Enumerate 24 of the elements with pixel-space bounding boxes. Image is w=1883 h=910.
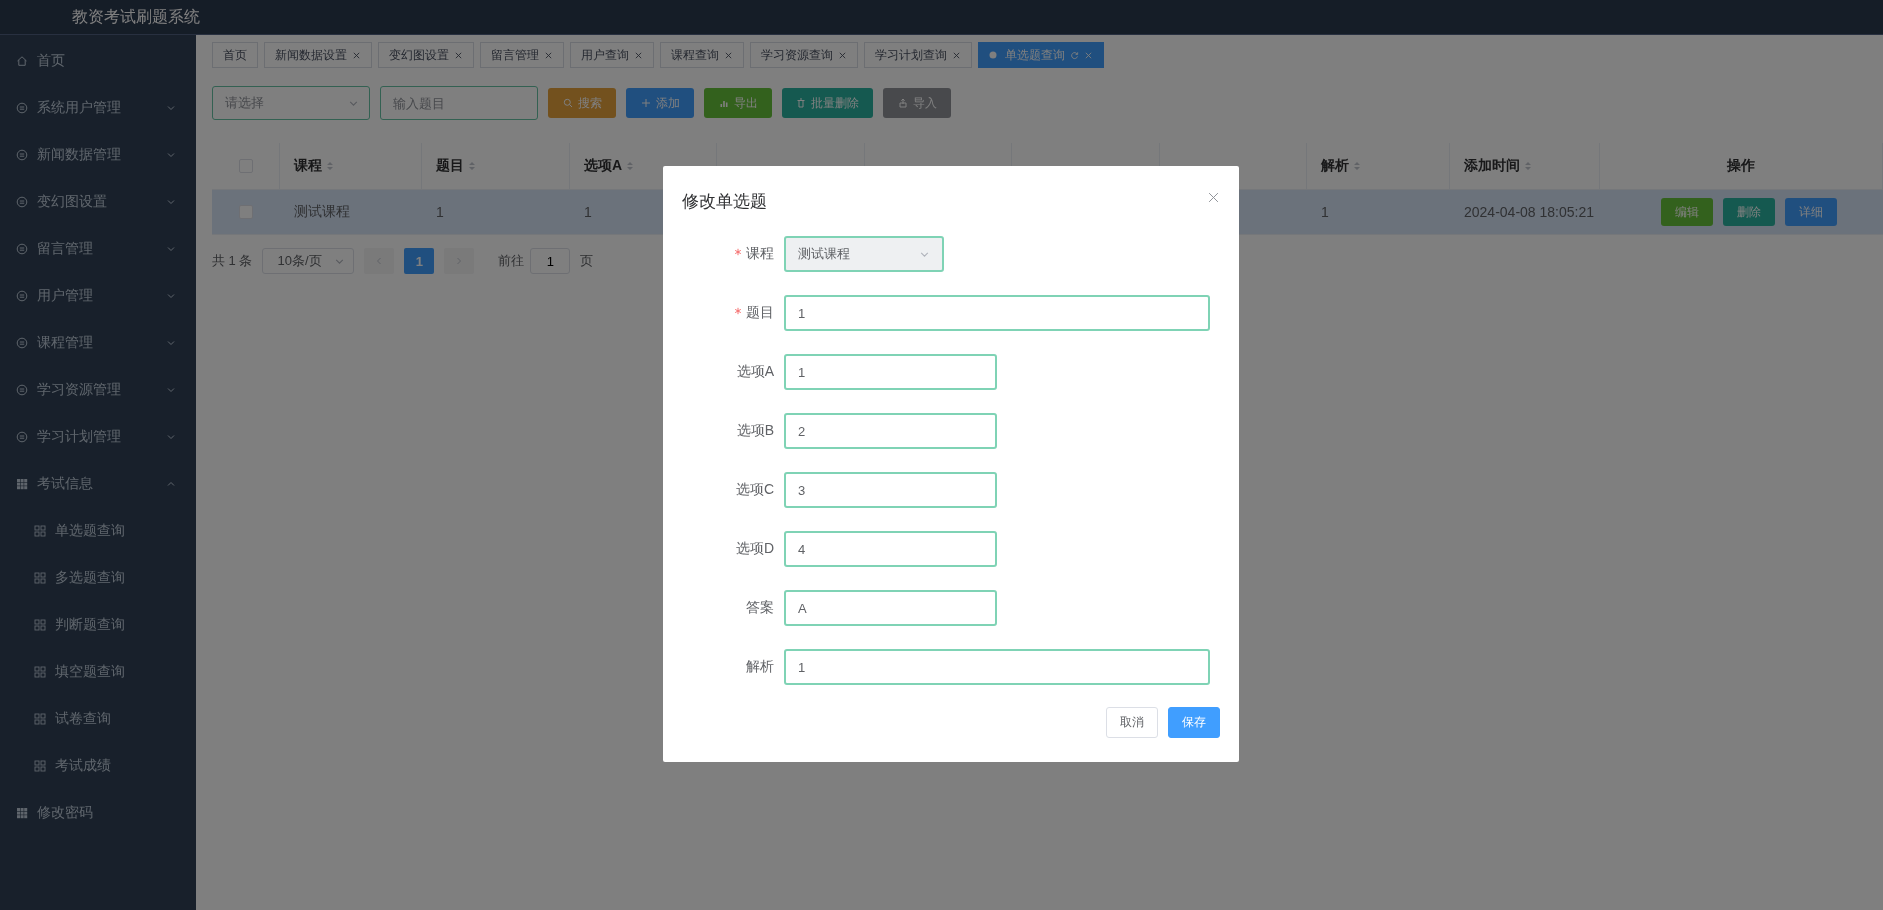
table-cell: 1 bbox=[436, 204, 444, 220]
dialog-title: 修改单选题 bbox=[682, 190, 767, 213]
field-label: 解析 bbox=[746, 658, 774, 676]
field-label: 课程 bbox=[746, 245, 774, 263]
app-title: 教资考试刷题系统 bbox=[72, 6, 200, 27]
table-cell: 2024-04-08 18:05:21 bbox=[1464, 204, 1594, 220]
total-count: 共 1 条 bbox=[212, 252, 253, 270]
column-header: 添加时间 bbox=[1464, 157, 1520, 175]
column-header: 操作 bbox=[1727, 157, 1755, 175]
column-header: 选项A bbox=[584, 157, 623, 175]
field-label: 选项D bbox=[735, 540, 774, 558]
page-suffix: 页 bbox=[580, 252, 594, 270]
field-label: 答案 bbox=[746, 599, 774, 617]
table-cell: 测试课程 bbox=[294, 203, 350, 221]
goto-label: 前往 bbox=[498, 252, 525, 270]
column-header: 课程 bbox=[294, 157, 322, 175]
field-label: 选项B bbox=[736, 422, 774, 440]
field-label: 选项C bbox=[735, 481, 774, 499]
column-header: 解析 bbox=[1321, 157, 1349, 175]
column-header: 题目 bbox=[436, 157, 464, 175]
table-cell: 1 bbox=[1321, 204, 1329, 220]
table-cell: 1 bbox=[584, 204, 592, 220]
field-label: 选项A bbox=[736, 363, 774, 381]
field-label: 题目 bbox=[746, 304, 774, 322]
